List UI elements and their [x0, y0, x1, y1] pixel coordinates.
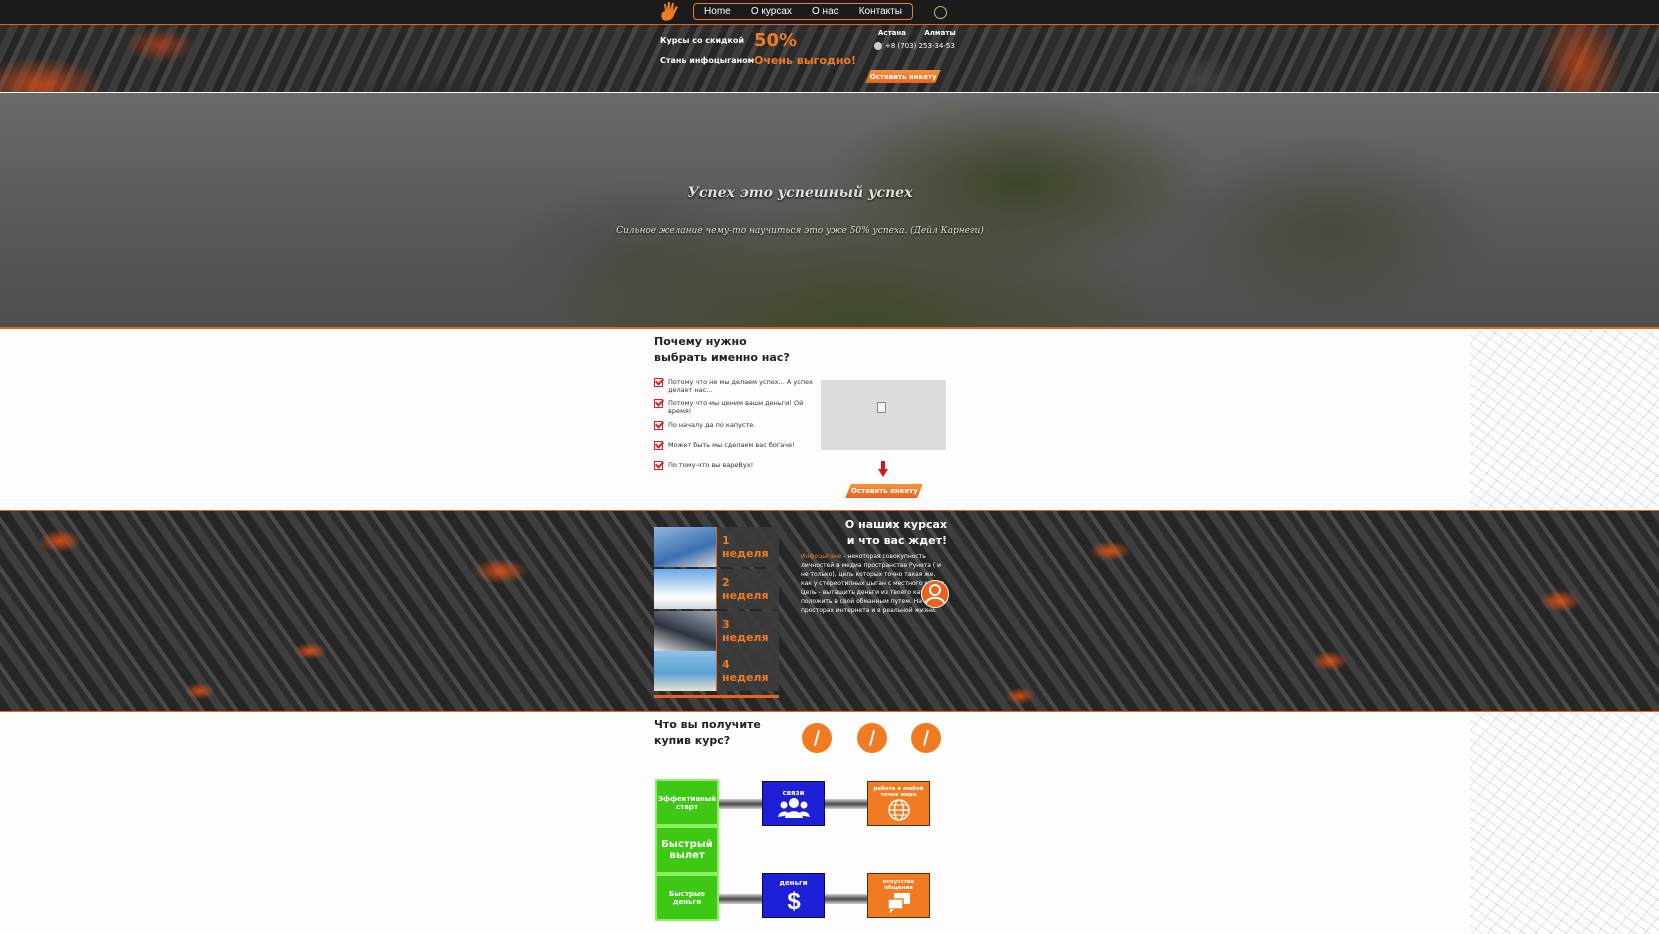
courses-title: О наших курсах и что вас ждет! [820, 517, 947, 549]
reason-item: Потому что не мы делаем успех... А успех… [654, 378, 814, 394]
why-title-line1: Почему нужно [654, 335, 747, 348]
week-label: 3 неделя [716, 611, 779, 651]
discount-percent: 50% [754, 30, 798, 51]
header-button-label: Оставить анкету [869, 72, 937, 81]
document-icon [877, 402, 886, 413]
nav-about-courses[interactable]: О курсах [751, 6, 792, 17]
reason-item: Может быть мы сделаем вас богаче! [654, 441, 814, 450]
tile-label: искусство общения [882, 878, 915, 891]
hero-quote: Сильное желание чему-то научиться это уж… [616, 226, 984, 236]
header-leave-form-button[interactable]: Оставить анкету [865, 70, 941, 83]
why-leave-form-button[interactable]: Оставить анкету [845, 484, 923, 498]
why-button-label: Оставить анкету [850, 487, 918, 495]
globe-icon [887, 798, 910, 821]
phone-icon [874, 42, 882, 50]
connector [718, 894, 762, 904]
profitable-label: Очень выгодно! [754, 54, 857, 67]
city-list: Астана Алматы [878, 29, 956, 37]
city-almaty: Алматы [924, 29, 956, 37]
hero-section: Успех это успешный успех Сильное желание… [0, 93, 1659, 327]
tile-label: связи [782, 788, 805, 797]
figure-icon [911, 723, 941, 753]
main-nav: Home О курсах О нас Контакты [693, 3, 913, 20]
tile-label: деньги [779, 878, 808, 887]
week-card[interactable]: 2 неделя [654, 569, 779, 609]
phone-contact: +8 (703) 253-34-53 [874, 42, 955, 50]
tile-money[interactable]: деньги $ [762, 873, 825, 918]
tile-work-anywhere[interactable]: работа в любой точке мира [867, 781, 930, 826]
tile-label: Эффективный старт [658, 794, 716, 811]
week-card[interactable]: 3 неделя [654, 611, 779, 651]
courses-highlight: Инфоцыгане [801, 553, 842, 560]
city-astana: Астана [878, 29, 906, 37]
week-label: 4 неделя [716, 651, 779, 691]
week-photo [654, 611, 716, 651]
people-icon [777, 797, 810, 818]
reason-item: Потому что мы ценим ваши деньги! Ой врем… [654, 399, 814, 415]
week-label: 2 неделя [716, 569, 779, 609]
reason-text: Потому что не мы делаем успех... А успех… [668, 378, 813, 394]
get-title-line2: купив курс? [654, 734, 731, 747]
week-list: 1 неделя 2 неделя 3 неделя 4 неделя [654, 527, 779, 698]
reason-item: По началу да по капусте. [654, 421, 814, 430]
tile-communication[interactable]: искусство общения [867, 873, 930, 918]
checkbox-icon [654, 421, 663, 430]
week-label: 1 неделя [716, 527, 779, 567]
scratch-texture [1470, 712, 1659, 934]
chat-icon [886, 892, 910, 913]
week-photo [654, 651, 716, 691]
search-icon[interactable] [934, 6, 947, 19]
checkbox-icon [654, 399, 663, 408]
checkbox-icon [654, 378, 663, 387]
tile-label: работа в любой точке мира [873, 785, 924, 798]
header-slogan-text: Стань инфоцыганом [660, 56, 755, 65]
get-title-line1: Что вы получите [654, 718, 761, 731]
week-photo [654, 527, 716, 567]
tile-label: Быстрые деньги [669, 889, 705, 906]
connector [824, 894, 868, 904]
week-card[interactable]: 4 неделя [654, 651, 779, 691]
arrow-down-icon [878, 461, 888, 477]
tile-fast-launch[interactable]: Быстрый вылет [655, 826, 719, 874]
reason-text: Может быть мы сделаем вас богаче! [668, 441, 795, 449]
hero-divider [0, 327, 1659, 329]
week-photo [654, 569, 716, 609]
scratch-texture [1470, 330, 1659, 510]
hand-logo-icon[interactable] [657, 0, 683, 22]
nav-about-us[interactable]: О нас [812, 6, 839, 17]
reason-text: Потому что мы ценим ваши деньги! Ой врем… [668, 399, 804, 415]
hero-title: Успех это успешный успех [687, 185, 913, 201]
video-placeholder[interactable] [821, 380, 946, 450]
checkbox-icon [654, 441, 663, 450]
tile-effective-start[interactable]: Эффективный старт [655, 779, 719, 826]
tile-fast-money[interactable]: Быстрые деньги [655, 874, 719, 921]
checkbox-icon [654, 461, 663, 470]
reason-text: По тому-что вы вареВух! [668, 461, 754, 469]
tile-connections[interactable]: связи [762, 781, 825, 826]
nav-home[interactable]: Home [704, 6, 731, 17]
courses-title-line2: и что вас ждет! [846, 534, 947, 547]
get-title: Что вы получите купив курс? [654, 717, 761, 749]
connector [718, 799, 762, 809]
why-title-line2: выбрать именно нас? [654, 351, 790, 364]
user-avatar-icon [921, 580, 949, 608]
svg-text:$: $ [787, 888, 801, 913]
why-title: Почему нужно выбрать именно нас? [654, 334, 790, 366]
nav-contacts[interactable]: Контакты [859, 6, 902, 17]
reason-text: По началу да по капусте. [668, 421, 756, 429]
reason-item: По тому-что вы вареВух! [654, 461, 814, 470]
header-discount-text: Курсы со скидкой [660, 36, 745, 45]
courses-title-line1: О наших курсах [844, 518, 947, 531]
tile-label: Быстрый вылет [661, 839, 713, 861]
figure-icon [802, 723, 832, 753]
week-card[interactable]: 1 неделя [654, 527, 779, 567]
figure-icon [857, 723, 887, 753]
dollar-icon: $ [787, 888, 801, 913]
connector [824, 799, 868, 809]
phone-number: +8 (703) 253-34-53 [885, 42, 955, 50]
